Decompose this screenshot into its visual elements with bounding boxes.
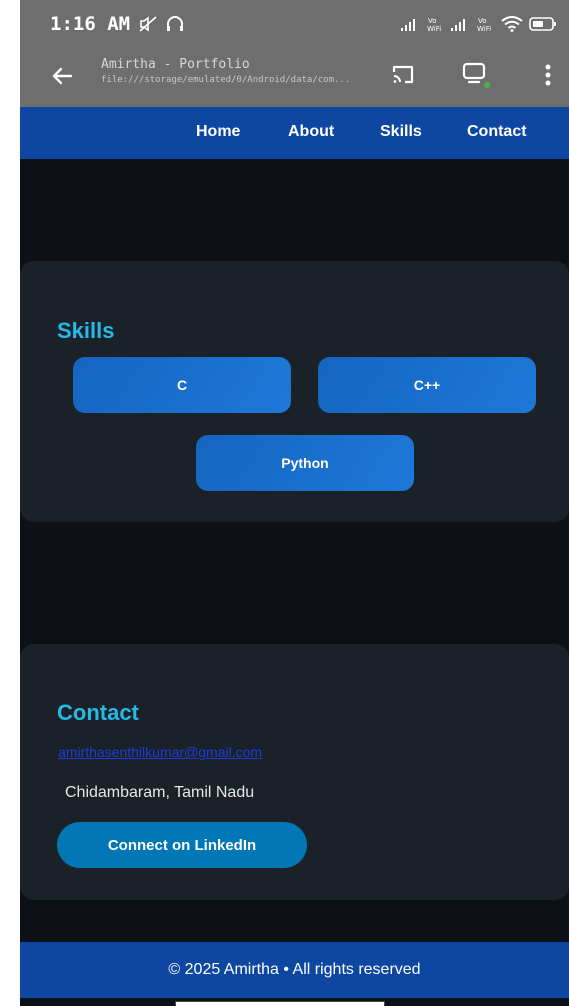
cast-button[interactable] <box>388 59 420 91</box>
vowifi-wifi-text: WiFi <box>477 25 491 32</box>
cast-icon <box>392 65 414 84</box>
skill-button-cpp[interactable]: C++ <box>318 357 536 413</box>
nav-link-contact[interactable]: Contact <box>467 123 527 141</box>
vowifi-vo-text: Vo <box>478 17 487 25</box>
skills-section: Skills C C++ Python <box>20 261 569 522</box>
location-text: Chidambaram, Tamil Nadu <box>65 784 255 801</box>
browser-title-block: Amirtha - Portfolio file:///storage/emul… <box>101 57 371 85</box>
mute-icon <box>138 15 158 33</box>
site-nav: Home About Skills Contact <box>20 107 569 159</box>
skills-title: Skills <box>57 318 115 343</box>
browser-bar: Amirtha - Portfolio file:///storage/emul… <box>20 47 569 107</box>
browser-url: file:///storage/emulated/0/Android/data/… <box>101 75 351 85</box>
contact-section: Contact amirthasenthilkumar@gmail.com Ch… <box>20 644 569 900</box>
wifi-icon <box>501 15 523 32</box>
vowifi-vo-text: Vo <box>428 17 437 25</box>
device-icon <box>462 62 490 88</box>
device-button[interactable] <box>460 59 492 91</box>
vowifi-icon: Vo WiFi <box>477 16 495 32</box>
vowifi-icon: Vo WiFi <box>427 16 445 32</box>
signal-icon <box>401 17 421 31</box>
more-vert-icon <box>545 64 551 86</box>
status-left: 1:16 AM <box>50 13 184 35</box>
footer-text: © 2025 Amirtha • All rights reserved <box>168 961 421 978</box>
linkedin-button[interactable]: Connect on LinkedIn <box>57 822 307 868</box>
battery-icon <box>529 16 557 31</box>
back-button[interactable] <box>46 60 78 92</box>
footer: © 2025 Amirtha • All rights reserved <box>20 942 569 998</box>
status-time: 1:16 AM <box>50 12 131 35</box>
browser-title: Amirtha - Portfolio <box>101 57 250 72</box>
email-link[interactable]: amirthasenthilkumar@gmail.com <box>58 744 262 760</box>
status-bar: 1:16 AM Vo WiFi Vo WiFi <box>20 0 569 47</box>
vowifi-wifi-text: WiFi <box>427 25 441 32</box>
home-indicator[interactable] <box>175 1001 385 1006</box>
nav-link-about[interactable]: About <box>288 123 334 141</box>
contact-title: Contact <box>57 700 139 725</box>
signal-icon <box>451 17 471 31</box>
status-right: Vo WiFi Vo WiFi <box>401 15 557 32</box>
nav-link-home[interactable]: Home <box>196 123 240 141</box>
more-options-button[interactable] <box>532 59 564 91</box>
skill-button-python[interactable]: Python <box>196 435 414 491</box>
back-arrow-icon <box>52 67 73 85</box>
app-frame: 1:16 AM Vo WiFi Vo WiFi Amirtha - Portfo… <box>20 0 569 1006</box>
headphones-icon <box>166 15 184 33</box>
skill-button-c[interactable]: C <box>73 357 291 413</box>
nav-link-skills[interactable]: Skills <box>380 123 422 141</box>
